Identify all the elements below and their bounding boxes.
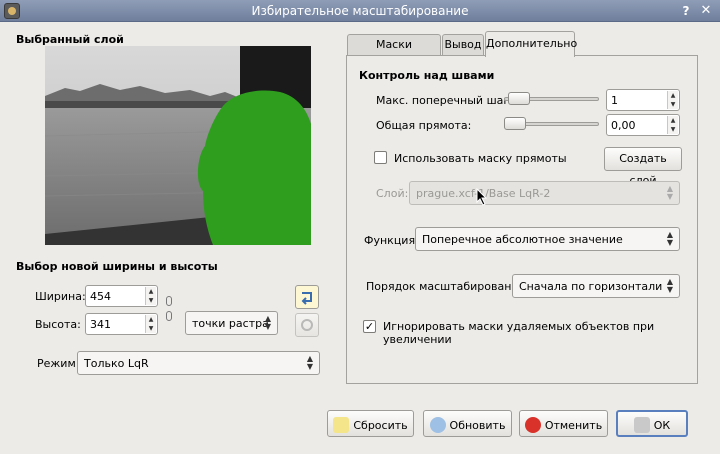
combo-arrow-icon: ▲ ▼	[306, 354, 313, 371]
tab-output[interactable]: Вывод	[442, 34, 484, 56]
mouse-cursor-icon	[476, 188, 488, 206]
scaling-order-select[interactable]: Сначала по горизонтали ▲ ▼	[512, 274, 680, 298]
use-rigidity-mask-label: Использовать маску прямоты	[394, 152, 567, 165]
height-spinner[interactable]: 341 ▲ ▼	[85, 313, 158, 335]
spin-up-icon: ▲	[670, 117, 676, 124]
ok-button[interactable]: ОК	[616, 410, 688, 437]
chain-link-icon[interactable]	[166, 311, 172, 321]
reset-icon	[333, 417, 350, 433]
rigidity-spinner[interactable]: 0,00 ▲ ▼	[606, 114, 680, 136]
combo-arrow-icon: ▲ ▼	[666, 277, 673, 294]
width-label: Ширина:	[35, 290, 86, 303]
set-size-from-layer-button[interactable]	[295, 285, 319, 309]
width-spinner[interactable]: 454 ▲ ▼	[85, 285, 158, 307]
spin-up-icon: ▲	[670, 92, 676, 99]
spin-down-icon: ▼	[148, 325, 154, 332]
refresh-button[interactable]: Обновить	[423, 410, 512, 437]
refresh-icon	[429, 417, 446, 433]
reset-size-button[interactable]	[295, 313, 319, 337]
layer-label: Слой:	[376, 187, 409, 200]
reset-button[interactable]: Сбросить	[327, 410, 414, 437]
layer-select[interactable]: prague.xcf-1/Base LqR-2 ▲ ▼	[409, 181, 680, 205]
spin-up-icon: ▲	[148, 316, 154, 323]
scaling-order-label: Порядок масштабирования:	[366, 280, 529, 293]
mode-label: Режим:	[37, 357, 80, 370]
max-step-label: Макс. поперечный шаг:	[376, 94, 513, 107]
chain-link-icon[interactable]	[166, 296, 172, 306]
combo-arrow-icon: ▲ ▼	[666, 230, 673, 247]
units-select[interactable]: точки растра ▲ ▼	[185, 311, 278, 335]
help-icon[interactable]: ?	[678, 3, 694, 19]
selected-layer-heading: Выбранный слой	[16, 33, 124, 46]
create-layer-button[interactable]: Создать слой	[604, 147, 682, 187]
function-select[interactable]: Поперечное абсолютное значение ▲ ▼	[415, 227, 680, 251]
refresh-icon	[301, 319, 313, 331]
size-heading: Выбор новой ширины и высоты	[16, 260, 218, 273]
rigidity-slider-handle[interactable]	[504, 117, 526, 130]
title-bar: Избирательное масштабирование ? ✕	[0, 0, 720, 22]
spin-down-icon: ▼	[670, 126, 676, 133]
layer-preview-image	[45, 46, 311, 245]
seams-heading: Контроль над швами	[359, 69, 495, 82]
mode-select[interactable]: Только LqR ▲ ▼	[77, 351, 320, 375]
ignore-masks-checkbox[interactable]: ✓	[363, 320, 376, 333]
max-step-spinner[interactable]: 1 ▲ ▼	[606, 89, 680, 111]
rigidity-label: Общая прямота:	[376, 119, 472, 132]
spin-down-icon: ▼	[148, 297, 154, 304]
close-icon[interactable]: ✕	[698, 3, 714, 19]
combo-arrow-icon: ▲ ▼	[666, 184, 673, 201]
enter-icon	[633, 417, 650, 433]
max-step-slider-handle[interactable]	[508, 92, 530, 105]
cancel-icon	[524, 417, 541, 433]
ignore-masks-label: Игнорировать маски удаляемых объектов пр…	[383, 320, 655, 346]
use-rigidity-mask-checkbox[interactable]	[374, 151, 387, 164]
combo-arrow-icon: ▲ ▼	[264, 314, 271, 331]
function-label: Функция:	[364, 234, 419, 247]
spin-down-icon: ▼	[670, 101, 676, 108]
spin-up-icon: ▲	[148, 288, 154, 295]
tab-object-masks[interactable]: Маски объектов	[347, 34, 441, 71]
window-title: Избирательное масштабирование	[251, 4, 469, 18]
arrow-back-icon	[301, 292, 312, 305]
cancel-button[interactable]: Отменить	[519, 410, 608, 437]
height-label: Высота:	[35, 318, 81, 331]
tab-advanced[interactable]: Дополнительно	[485, 31, 577, 57]
